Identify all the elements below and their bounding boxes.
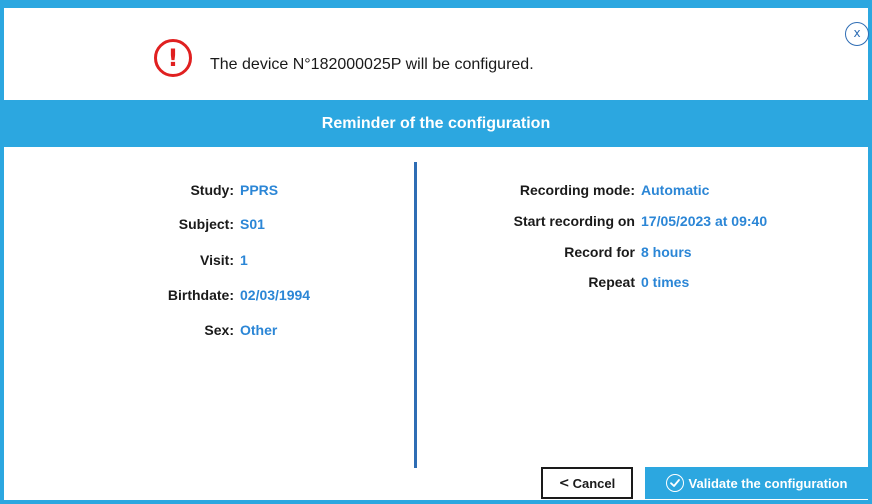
birthdate-row: Birthdate: 02/03/1994 <box>124 285 310 305</box>
subject-label: Subject: <box>178 216 234 232</box>
configuration-dialog: x ! The device N°182000025P will be conf… <box>0 0 872 504</box>
repeat-label: Repeat <box>588 274 635 290</box>
sex-label: Sex: <box>204 322 234 338</box>
check-circle-icon <box>665 474 684 492</box>
start-recording-value: 17/05/2023 at 09:40 <box>641 213 768 229</box>
birthdate-value: 02/03/1994 <box>240 287 311 303</box>
recording-mode-row: Recording mode: Automatic <box>435 180 710 200</box>
recording-mode-value: Automatic <box>641 182 710 198</box>
validate-label: Validate the configuration <box>688 475 848 491</box>
device-message: The device N°182000025P will be configur… <box>210 56 534 73</box>
cancel-label: Cancel <box>572 475 616 491</box>
recording-mode-label: Recording mode: <box>519 182 635 198</box>
visit-label: Visit: <box>200 252 234 268</box>
repeat-row: Repeat 0 times <box>435 272 689 292</box>
validate-configuration-button[interactable]: Validate the configuration <box>645 467 868 499</box>
subject-row: Subject: S01 <box>124 214 265 234</box>
birthdate-label: Birthdate: <box>167 287 234 303</box>
chevron-left-icon: < <box>558 475 570 491</box>
visit-value: 1 <box>240 252 248 268</box>
close-icon[interactable]: x <box>845 22 869 46</box>
sex-value: Other <box>240 322 278 338</box>
record-for-value: 8 hours <box>641 244 692 260</box>
cancel-button[interactable]: < Cancel <box>541 467 633 499</box>
repeat-value: 0 times <box>641 274 690 290</box>
start-recording-row: Start recording on 17/05/2023 at 09:40 <box>435 211 767 231</box>
warning-icon: ! <box>154 39 192 77</box>
record-for-label: Record for <box>564 244 635 260</box>
subject-value: S01 <box>240 216 265 232</box>
column-divider <box>414 162 417 468</box>
visit-row: Visit: 1 <box>124 250 248 270</box>
record-for-row: Record for 8 hours <box>435 242 692 262</box>
sex-row: Sex: Other <box>124 320 277 340</box>
banner-title: Reminder of the configuration <box>4 100 868 147</box>
study-label: Study: <box>190 182 234 198</box>
start-recording-label: Start recording on <box>513 213 635 229</box>
study-value: PPRS <box>240 182 279 198</box>
study-row: Study: PPRS <box>124 180 278 200</box>
